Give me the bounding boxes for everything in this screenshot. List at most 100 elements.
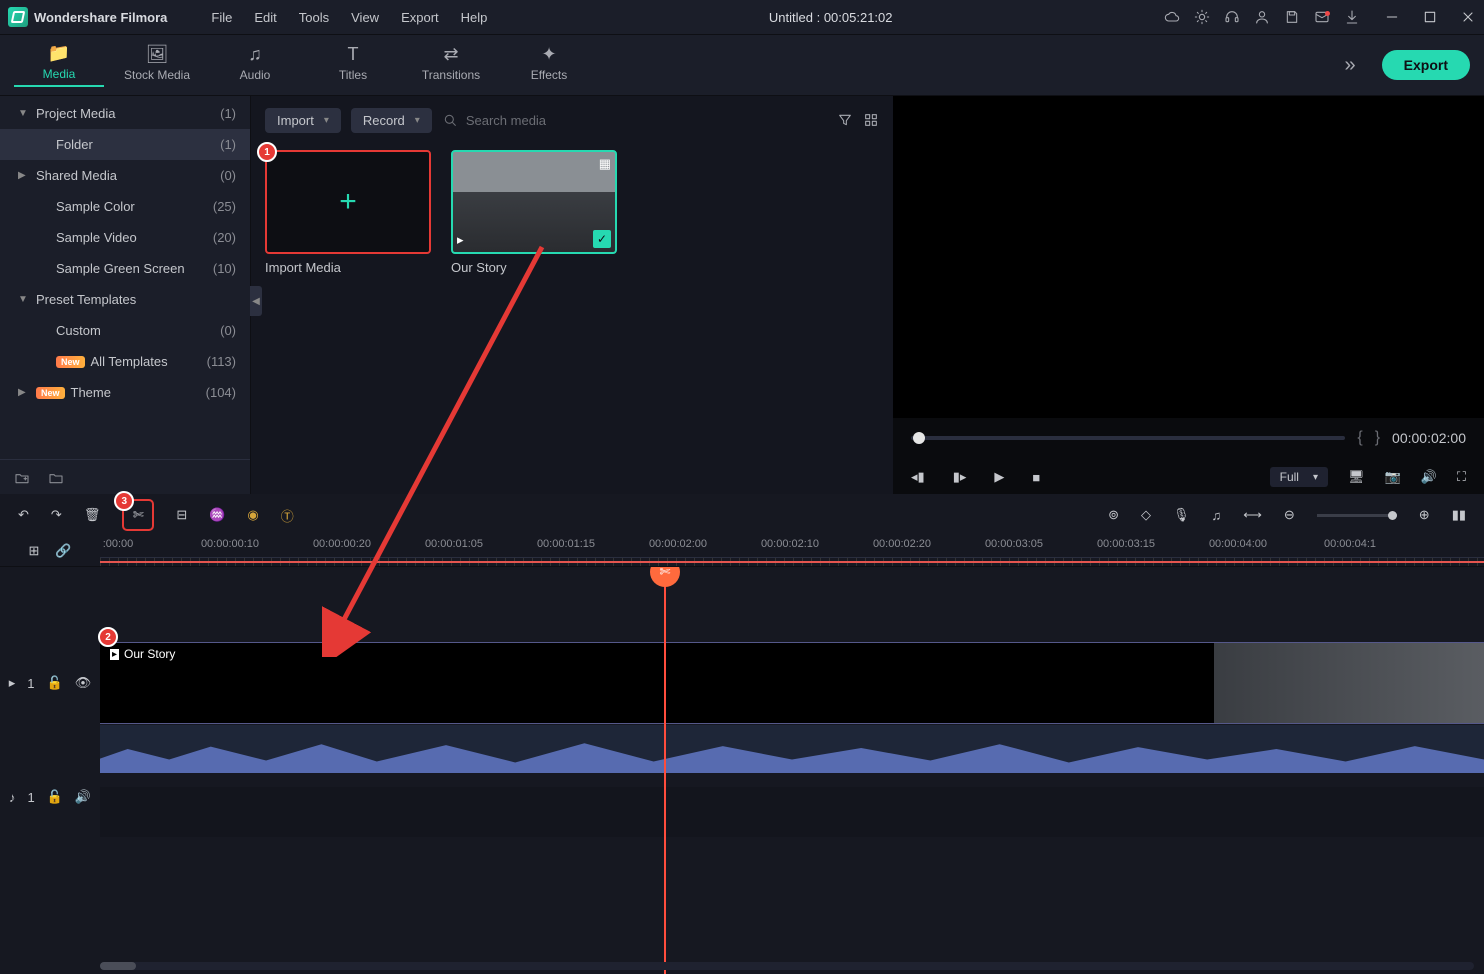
sidebar-item-label: Sample Green Screen [56,261,185,276]
record-dropdown[interactable]: Record▾ [351,108,432,133]
video-clip[interactable]: ▸Our Story [100,643,1215,723]
next-frame-icon[interactable]: ▮▸ [953,469,967,485]
audio-track-2[interactable] [100,787,1484,837]
audio-track-head[interactable]: ♪1 🔓 🔊 [0,771,100,822]
play-icon[interactable]: ▶ [994,469,1004,485]
grid-view-icon[interactable] [863,112,879,128]
speed-icon[interactable]: ◉ [247,507,258,523]
titles-icon: T [348,44,359,65]
sidebar-item-label: Project Media [36,106,115,121]
minimize-icon[interactable] [1384,9,1400,25]
redo-icon[interactable]: ↷ [51,507,62,523]
timeline-tracks[interactable]: 2 ▸Our Story ✄ [100,567,1484,974]
zoom-slider[interactable] [1317,514,1397,517]
mark-in-icon[interactable]: { [1357,429,1362,447]
quality-dropdown[interactable]: Full▾ [1270,467,1328,487]
user-icon[interactable] [1254,9,1270,25]
visibility-icon[interactable]: 👁 [75,675,92,691]
menu-view[interactable]: View [341,6,389,29]
sidebar-item-shared-media[interactable]: ▶Shared Media(0) [0,160,250,191]
menu-export[interactable]: Export [391,6,449,29]
folder-icon[interactable] [48,470,64,486]
sidebar-item-folder[interactable]: Folder(1) [0,129,250,160]
mark-out-icon[interactable]: } [1375,429,1380,447]
undo-icon[interactable]: ↶ [18,507,29,523]
fullscreen-icon[interactable]: ⛶ [1457,469,1466,485]
tab-media[interactable]: 📁Media [14,43,104,87]
marker-icon[interactable]: ◇ [1141,507,1151,523]
split-button[interactable]: 3 ✄ [122,499,154,531]
preview-canvas[interactable] [893,96,1484,418]
notification-icon[interactable] [1314,9,1330,25]
tab-titles[interactable]: TTitles [308,44,398,86]
preview-scrubber[interactable] [911,436,1345,440]
stop-icon[interactable]: ■ [1032,470,1040,485]
audio-mixer-icon[interactable]: ♫ [1211,508,1221,523]
video-track[interactable]: ▸Our Story [100,642,1484,724]
menu-tools[interactable]: Tools [289,6,339,29]
sidebar-item-count: (0) [220,168,236,183]
link-icon[interactable]: 🔗 [55,543,71,559]
sidebar-item-count: (10) [213,261,236,276]
sidebar-item-sample-video[interactable]: Sample Video(20) [0,222,250,253]
ruler-tick: 00:00:02:10 [761,538,819,550]
close-icon[interactable] [1460,9,1476,25]
sidebar-item-theme[interactable]: ▶NewTheme(104) [0,377,250,408]
snapshot-icon[interactable]: 📷 [1385,469,1401,485]
clip-tile-our-story[interactable]: ▦ ▸ ✓ Our Story [451,150,617,275]
sidebar-item-sample-color[interactable]: Sample Color(25) [0,191,250,222]
sidebar-item-project-media[interactable]: ▼Project Media(1) [0,98,250,129]
lock-icon[interactable]: 🔓 [47,789,63,805]
sidebar-item-custom[interactable]: Custom(0) [0,315,250,346]
menu-help[interactable]: Help [451,6,498,29]
timeline-scrollbar[interactable] [100,962,1474,970]
volume-icon[interactable]: 🔊 [1421,469,1437,485]
zoom-out-icon[interactable]: ⊖ [1284,507,1295,523]
sidebar-item-preset-templates[interactable]: ▼Preset Templates [0,284,250,315]
maximize-icon[interactable] [1422,9,1438,25]
timeline-ruler[interactable]: :00:0000:00:00:1000:00:00:2000:00:01:050… [100,536,1484,566]
audio-track-waveform[interactable] [100,725,1484,773]
zoom-in-icon[interactable]: ⊕ [1419,507,1430,523]
import-dropdown[interactable]: Import▾ [265,108,341,133]
search-input[interactable]: Search media [442,112,827,128]
render-icon[interactable]: ⊚ [1108,507,1119,523]
collapse-sidebar-icon[interactable]: ◀ [250,286,262,316]
headset-icon[interactable] [1224,9,1240,25]
new-folder-icon[interactable] [14,470,30,486]
color-icon[interactable]: Ⓣ [281,506,294,525]
sidebar-item-all-templates[interactable]: NewAll Templates(113) [0,346,250,377]
import-media-tile[interactable]: 1 + Import Media [265,150,431,275]
filter-icon[interactable] [837,112,853,128]
delete-icon[interactable]: 🗑 [84,507,101,523]
sun-icon[interactable] [1194,9,1210,25]
effects-icon: ✦ [541,44,556,65]
tab-audio[interactable]: ♫Audio [210,44,300,86]
playhead-scissors-icon[interactable]: ✄ [650,567,680,587]
video-clip-2[interactable] [1214,643,1484,723]
fit-icon[interactable]: ⟷ [1243,507,1262,523]
tab-stock-media[interactable]: 🖼Stock Media [112,44,202,86]
voiceover-icon[interactable]: 🎙 [1173,507,1190,523]
tab-transitions[interactable]: ⇄Transitions [406,44,496,86]
sidebar-item-sample-green-screen[interactable]: Sample Green Screen (10) [0,253,250,284]
search-icon [442,112,458,128]
mute-icon[interactable]: 🔊 [75,789,91,805]
audio-edit-icon[interactable]: ♒ [209,507,225,523]
prev-frame-icon[interactable]: ◂▮ [911,469,925,485]
menu-file[interactable]: File [201,6,242,29]
display-icon[interactable]: 🖥 [1348,469,1365,485]
more-tabs-icon[interactable]: » [1345,54,1356,77]
export-button[interactable]: Export [1382,50,1470,80]
download-icon[interactable] [1344,9,1360,25]
video-track-head[interactable]: ▸1 🔓 👁 [0,642,100,723]
timeline-view-icon[interactable]: ▮▮ [1452,507,1466,523]
tab-effects[interactable]: ✦Effects [504,44,594,86]
lock-icon[interactable]: 🔓 [47,675,63,691]
crop-icon[interactable]: ⊟ [176,507,187,523]
save-icon[interactable] [1284,9,1300,25]
menu-edit[interactable]: Edit [244,6,286,29]
add-track-icon[interactable]: ⊞ [28,543,39,559]
playhead[interactable]: ✄ [664,567,666,974]
cloud-icon[interactable] [1164,9,1180,25]
